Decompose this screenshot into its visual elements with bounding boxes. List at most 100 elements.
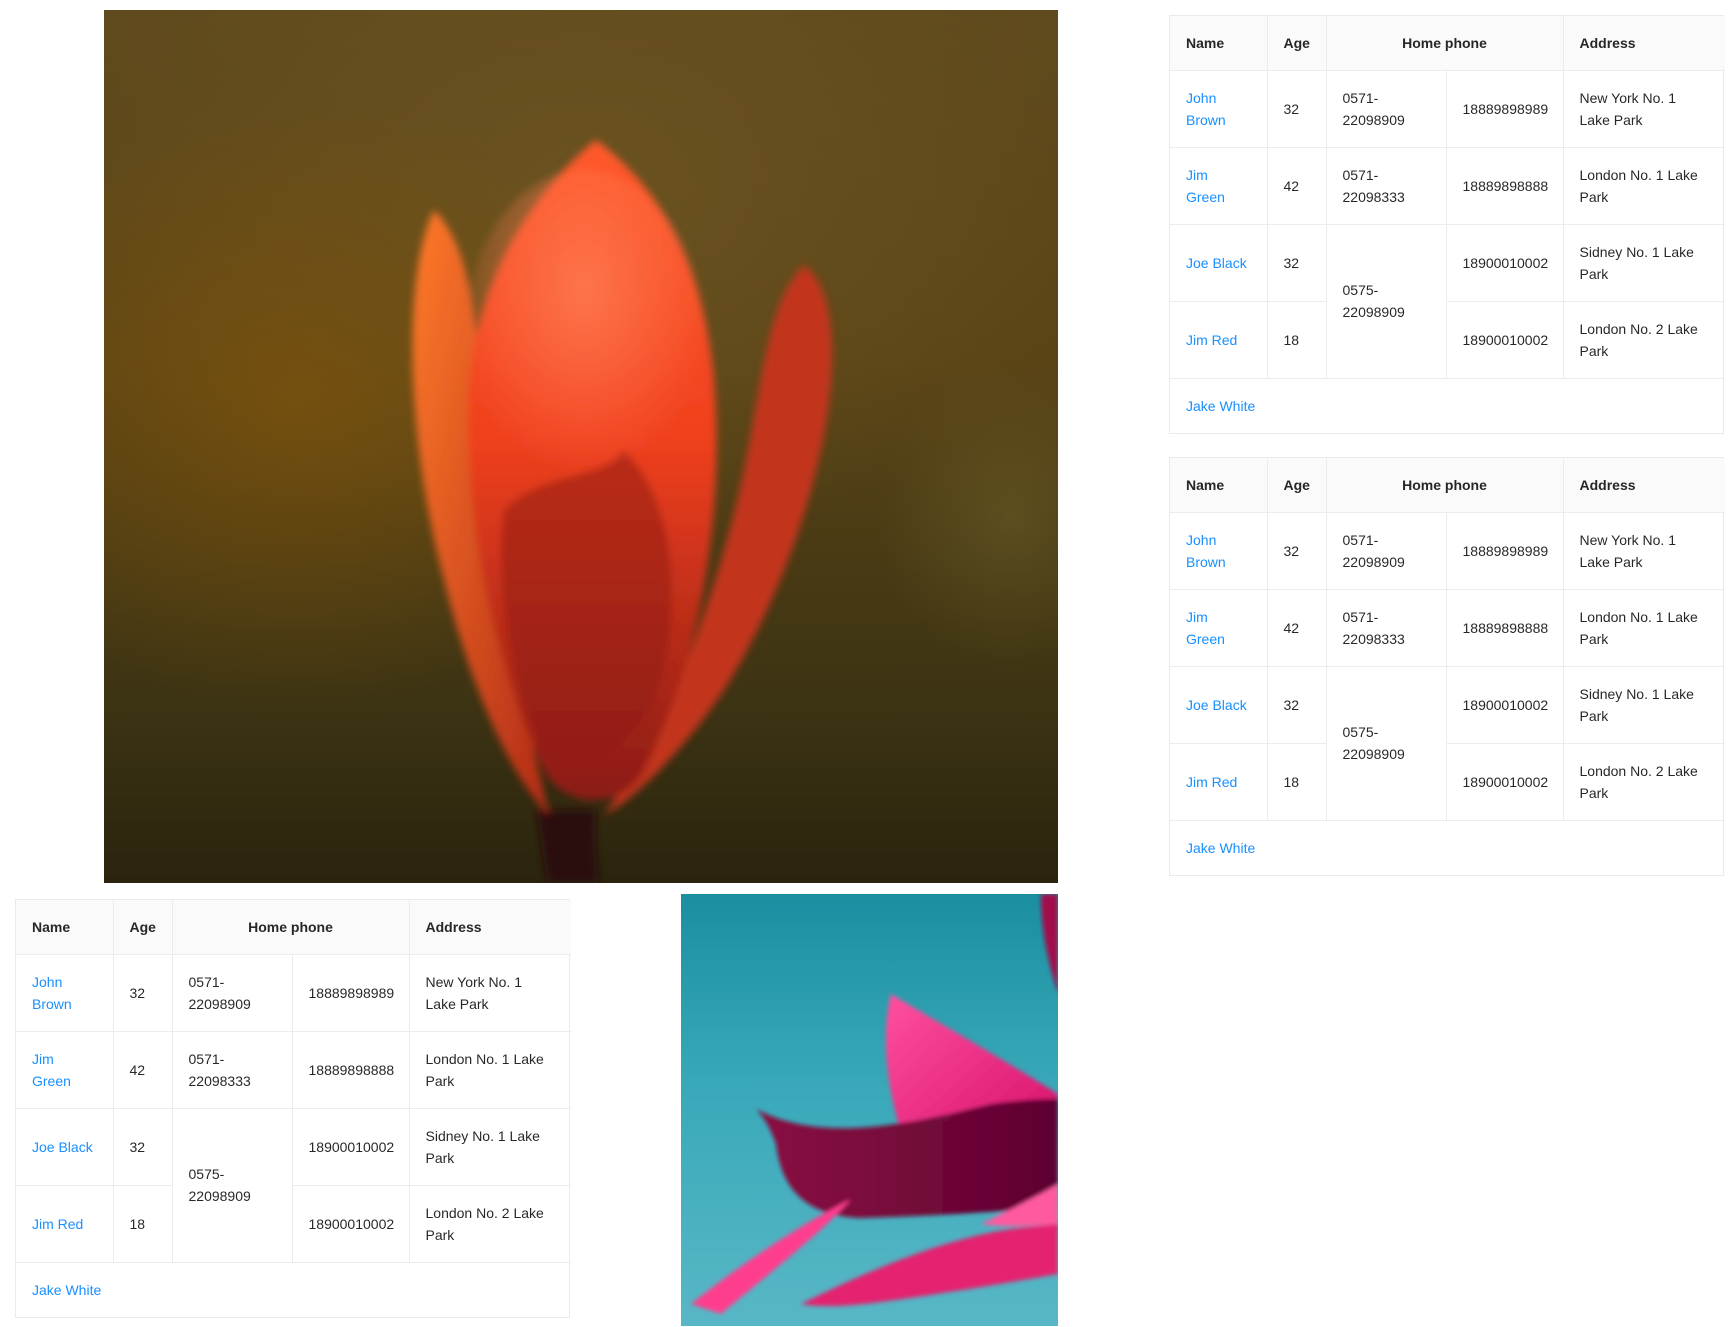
address-cell: London No. 1 Lake Park	[409, 1031, 571, 1109]
table-row: John Brown 32 0571-22098909 18889898989 …	[16, 954, 571, 1032]
phone-cell: 18900010002	[1446, 301, 1564, 379]
phone-cell: 18900010002	[292, 1108, 410, 1186]
tel-cell: 0571-22098909	[1326, 512, 1447, 590]
address-cell: New York No. 1 Lake Park	[1563, 70, 1725, 148]
user-table-1: Name Age Home phone Address John Brown 3…	[1169, 15, 1725, 434]
phone-cell: 18889898888	[292, 1031, 410, 1109]
name-link[interactable]: Jake White	[1170, 378, 1725, 433]
address-cell: New York No. 1 Lake Park	[409, 954, 571, 1032]
address-cell: Sidney No. 1 Lake Park	[1563, 666, 1725, 744]
tel-cell: 0571-22098333	[1326, 589, 1447, 667]
column-header-address: Address	[1563, 458, 1725, 513]
name-link[interactable]: Jim Red	[1170, 301, 1268, 379]
table-header-row: Name Age Home phone Address	[1170, 458, 1725, 513]
phone-cell: 18889898989	[1446, 512, 1564, 590]
age-cell: 42	[1267, 589, 1327, 667]
table-row: Jim Green 42 0571-22098333 18889898888 L…	[1170, 147, 1725, 225]
age-cell: 18	[113, 1185, 173, 1263]
address-cell: Sidney No. 1 Lake Park	[1563, 224, 1725, 302]
age-cell: 32	[1267, 666, 1327, 744]
column-header-name: Name	[16, 900, 114, 955]
tel-cell: 0571-22098909	[172, 954, 293, 1032]
table: Name Age Home phone Address John Brown 3…	[1170, 16, 1725, 433]
age-cell: 32	[113, 954, 173, 1032]
column-header-name: Name	[1170, 458, 1268, 513]
user-table-3: Name Age Home phone Address John Brown 3…	[15, 899, 571, 1318]
phone-cell: 18900010002	[292, 1185, 410, 1263]
table-row: Joe Black 32 0575-22098909 18900010002 S…	[1170, 224, 1725, 379]
name-link[interactable]: Jim Green	[16, 1031, 114, 1109]
phone-cell: 18889898888	[1446, 589, 1564, 667]
table: Name Age Home phone Address John Brown 3…	[16, 900, 571, 1317]
age-cell: 42	[113, 1031, 173, 1109]
phone-cell: 18900010002	[1446, 224, 1564, 302]
table-row: Jim Green 42 0571-22098333 18889898888 L…	[1170, 589, 1725, 667]
name-link[interactable]: Jake White	[1170, 820, 1725, 875]
phone-cell: 18889898989	[1446, 70, 1564, 148]
table-row: Jim Red 18 18900010002 London No. 2 Lake…	[1170, 301, 1725, 379]
table-row: Jim Red 18 18900010002 London No. 2 Lake…	[16, 1185, 571, 1263]
name-link[interactable]: Joe Black	[1170, 224, 1268, 302]
tel-cell: 0575-22098909	[1326, 666, 1447, 821]
tulip-illustration	[412, 140, 833, 883]
tel-cell: 0575-22098909	[172, 1108, 293, 1263]
column-header-home-phone: Home phone	[1326, 16, 1564, 71]
address-cell: London No. 2 Lake Park	[409, 1185, 571, 1263]
phone-cell: 18889898989	[292, 954, 410, 1032]
table-row: Joe Black 32 0575-22098909 18900010002 S…	[1170, 666, 1725, 821]
pink-flower-photo	[681, 894, 1058, 1326]
address-cell: London No. 2 Lake Park	[1563, 301, 1725, 379]
column-header-name: Name	[1170, 16, 1268, 71]
name-link[interactable]: John Brown	[1170, 70, 1268, 148]
table-row: Joe Black 32 0575-22098909 18900010002 S…	[16, 1108, 571, 1263]
phone-cell: 18900010002	[1446, 666, 1564, 744]
age-cell: 32	[1267, 70, 1327, 148]
column-header-home-phone: Home phone	[1326, 458, 1564, 513]
name-link[interactable]: Joe Black	[16, 1108, 114, 1186]
age-cell: 18	[1267, 301, 1327, 379]
column-header-age: Age	[1267, 16, 1327, 71]
name-link[interactable]: John Brown	[16, 954, 114, 1032]
table-row: Jim Green 42 0571-22098333 18889898888 L…	[16, 1031, 571, 1109]
table-row: Jake White	[1170, 378, 1725, 433]
name-link[interactable]: Jim Red	[16, 1185, 114, 1263]
phone-cell: 18889898888	[1446, 147, 1564, 225]
table-row: Jake White	[1170, 820, 1725, 875]
table-row: Jim Red 18 18900010002 London No. 2 Lake…	[1170, 743, 1725, 821]
table-row: Jake White	[16, 1262, 571, 1317]
address-cell: London No. 1 Lake Park	[1563, 147, 1725, 225]
name-link[interactable]: John Brown	[1170, 512, 1268, 590]
address-cell: Sidney No. 1 Lake Park	[409, 1108, 571, 1186]
age-cell: 32	[113, 1108, 173, 1186]
tel-cell: 0571-22098909	[1326, 70, 1447, 148]
name-link[interactable]: Jim Green	[1170, 147, 1268, 225]
table-row: John Brown 32 0571-22098909 18889898989 …	[1170, 70, 1725, 148]
table-row: John Brown 32 0571-22098909 18889898989 …	[1170, 512, 1725, 590]
age-cell: 32	[1267, 512, 1327, 590]
column-header-home-phone: Home phone	[172, 900, 410, 955]
pink-flower-illustration	[691, 894, 1058, 1314]
tulip-photo	[104, 10, 1058, 883]
column-header-age: Age	[1267, 458, 1327, 513]
name-link[interactable]: Joe Black	[1170, 666, 1268, 744]
phone-cell: 18900010002	[1446, 743, 1564, 821]
address-cell: London No. 2 Lake Park	[1563, 743, 1725, 821]
table-header-row: Name Age Home phone Address	[1170, 16, 1725, 71]
age-cell: 32	[1267, 224, 1327, 302]
tel-cell: 0571-22098333	[1326, 147, 1447, 225]
column-header-age: Age	[113, 900, 173, 955]
name-link[interactable]: Jim Green	[1170, 589, 1268, 667]
table-header-row: Name Age Home phone Address	[16, 900, 571, 955]
age-cell: 18	[1267, 743, 1327, 821]
table: Name Age Home phone Address John Brown 3…	[1170, 458, 1725, 875]
name-link[interactable]: Jake White	[16, 1262, 571, 1317]
age-cell: 42	[1267, 147, 1327, 225]
tel-cell: 0571-22098333	[172, 1031, 293, 1109]
name-link[interactable]: Jim Red	[1170, 743, 1268, 821]
user-table-2: Name Age Home phone Address John Brown 3…	[1169, 457, 1725, 876]
column-header-address: Address	[1563, 16, 1725, 71]
address-cell: London No. 1 Lake Park	[1563, 589, 1725, 667]
tel-cell: 0575-22098909	[1326, 224, 1447, 379]
column-header-address: Address	[409, 900, 571, 955]
address-cell: New York No. 1 Lake Park	[1563, 512, 1725, 590]
